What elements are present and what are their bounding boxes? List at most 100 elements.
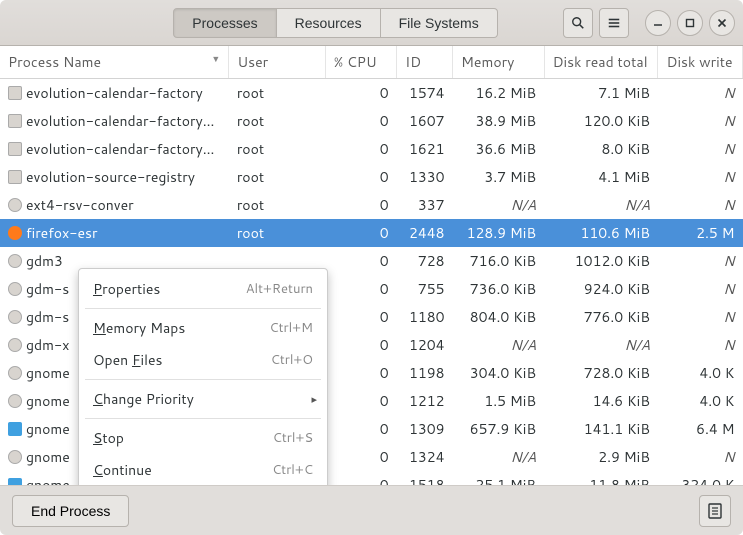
menu-item-properties[interactable]: PropertiesAlt+Return — [79, 273, 327, 305]
cell-cpu: 0 — [325, 443, 396, 471]
cell-disk-read-total: 2.9 MiB — [544, 443, 658, 471]
process-table-wrap: Process Name ▼ User % CPU ID Memory Disk… — [0, 46, 743, 485]
cell-id: 2448 — [397, 219, 453, 247]
process-name: evolution-source-registry — [26, 167, 195, 187]
cell-id: 1198 — [397, 359, 453, 387]
process-name: evolution-calendar-factory-subp — [26, 111, 229, 131]
minimize-button[interactable] — [645, 10, 671, 36]
table-row[interactable]: evolution-calendar-factory-subp root 0 1… — [0, 135, 743, 163]
cell-disk-write: N — [658, 331, 743, 359]
cell-disk-write: 2.5 M — [658, 219, 743, 247]
cell-memory: 16.2 MiB — [453, 79, 545, 108]
process-icon — [8, 254, 22, 268]
tab-filesystems[interactable]: File Systems — [381, 8, 498, 38]
close-button[interactable] — [709, 10, 735, 36]
table-row[interactable]: evolution-source-registry root 0 1330 3.… — [0, 163, 743, 191]
cell-disk-read-total: 7.1 MiB — [544, 79, 658, 108]
menu-item-accel: Ctrl+C — [272, 461, 313, 479]
view-switcher: Processes Resources File Systems — [173, 8, 497, 38]
cell-cpu: 0 — [325, 303, 396, 331]
maximize-icon — [685, 18, 695, 28]
context-menu: PropertiesAlt+ReturnMemory MapsCtrl+MOpe… — [78, 268, 328, 485]
cell-disk-write: N — [658, 247, 743, 275]
process-icon — [8, 142, 22, 156]
headerbar: Processes Resources File Systems — [0, 0, 743, 46]
tab-processes[interactable]: Processes — [173, 8, 276, 38]
menu-item-stop[interactable]: StopCtrl+S — [79, 422, 327, 454]
cell-cpu: 0 — [325, 387, 396, 415]
menu-item-label: Stop — [93, 428, 124, 448]
search-icon — [571, 16, 585, 30]
menu-item-accel: Alt+Return — [246, 280, 313, 298]
process-name: gdm3 — [26, 251, 63, 271]
footer: End Process — [0, 485, 743, 535]
col-header-disk-read-total[interactable]: Disk read total — [544, 46, 658, 79]
cell-disk-write: 324.0 K — [658, 471, 743, 485]
menu-separator — [85, 418, 321, 419]
process-icon — [8, 478, 22, 485]
cell-memory: N/A — [453, 191, 545, 219]
menu-item-label: Open Files — [93, 350, 162, 370]
col-header-name[interactable]: Process Name ▼ — [0, 46, 229, 79]
col-header-cpu[interactable]: % CPU — [325, 46, 396, 79]
cell-id: 337 — [397, 191, 453, 219]
cell-memory: 38.9 MiB — [453, 107, 545, 135]
cell-id: 1180 — [397, 303, 453, 331]
cell-disk-write: N — [658, 163, 743, 191]
table-row[interactable]: evolution-calendar-factory-subp root 0 1… — [0, 107, 743, 135]
cell-cpu: 0 — [325, 331, 396, 359]
search-button[interactable] — [563, 8, 593, 38]
cell-memory: 36.6 MiB — [453, 135, 545, 163]
cell-disk-read-total: N/A — [544, 331, 658, 359]
properties-button[interactable] — [699, 495, 731, 527]
menu-button[interactable] — [599, 8, 629, 38]
process-name: gnome — [26, 475, 70, 485]
col-header-id[interactable]: ID — [397, 46, 453, 79]
cell-id: 755 — [397, 275, 453, 303]
cell-memory: 716.0 KiB — [453, 247, 545, 275]
cell-disk-read-total: 141.1 KiB — [544, 415, 658, 443]
cell-id: 728 — [397, 247, 453, 275]
table-row[interactable]: ext4-rsv-conver root 0 337 N/A N/A N — [0, 191, 743, 219]
cell-id: 1607 — [397, 107, 453, 135]
menu-item-change-priority[interactable]: Change Priority — [79, 383, 327, 415]
menu-item-label: Change Priority — [93, 389, 194, 409]
process-icon — [8, 198, 22, 212]
cell-memory: N/A — [453, 443, 545, 471]
cell-disk-write: 4.0 K — [658, 359, 743, 387]
col-header-memory[interactable]: Memory — [453, 46, 545, 79]
cell-cpu: 0 — [325, 359, 396, 387]
cell-cpu: 0 — [325, 79, 396, 108]
cell-cpu: 0 — [325, 415, 396, 443]
cell-memory: 304.0 KiB — [453, 359, 545, 387]
minimize-icon — [653, 18, 663, 28]
process-icon — [8, 338, 22, 352]
tab-resources[interactable]: Resources — [277, 8, 381, 38]
cell-disk-read-total: 1012.0 KiB — [544, 247, 658, 275]
menu-item-continue[interactable]: ContinueCtrl+C — [79, 454, 327, 485]
process-icon — [8, 366, 22, 380]
table-row[interactable]: firefox-esr root 0 2448 128.9 MiB 110.6 … — [0, 219, 743, 247]
cell-memory: 128.9 MiB — [453, 219, 545, 247]
menu-item-memory-maps[interactable]: Memory MapsCtrl+M — [79, 312, 327, 344]
end-process-button[interactable]: End Process — [12, 495, 129, 527]
cell-cpu: 0 — [325, 107, 396, 135]
process-icon — [8, 282, 22, 296]
process-name: gnome — [26, 363, 70, 383]
process-icon — [8, 422, 22, 436]
process-icon — [8, 310, 22, 324]
process-icon — [8, 114, 22, 128]
process-name: gnome — [26, 447, 70, 467]
cell-cpu: 0 — [325, 247, 396, 275]
table-row[interactable]: evolution-calendar-factory root 0 1574 1… — [0, 79, 743, 108]
col-header-disk-write[interactable]: Disk write — [658, 46, 743, 79]
col-header-user[interactable]: User — [229, 46, 326, 79]
cell-id: 1309 — [397, 415, 453, 443]
cell-user: root — [229, 219, 326, 247]
process-name: firefox-esr — [26, 223, 97, 243]
maximize-button[interactable] — [677, 10, 703, 36]
cell-disk-write: N — [658, 275, 743, 303]
close-icon — [717, 18, 727, 28]
cell-disk-write: N — [658, 79, 743, 108]
menu-item-open-files[interactable]: Open FilesCtrl+O — [79, 344, 327, 376]
